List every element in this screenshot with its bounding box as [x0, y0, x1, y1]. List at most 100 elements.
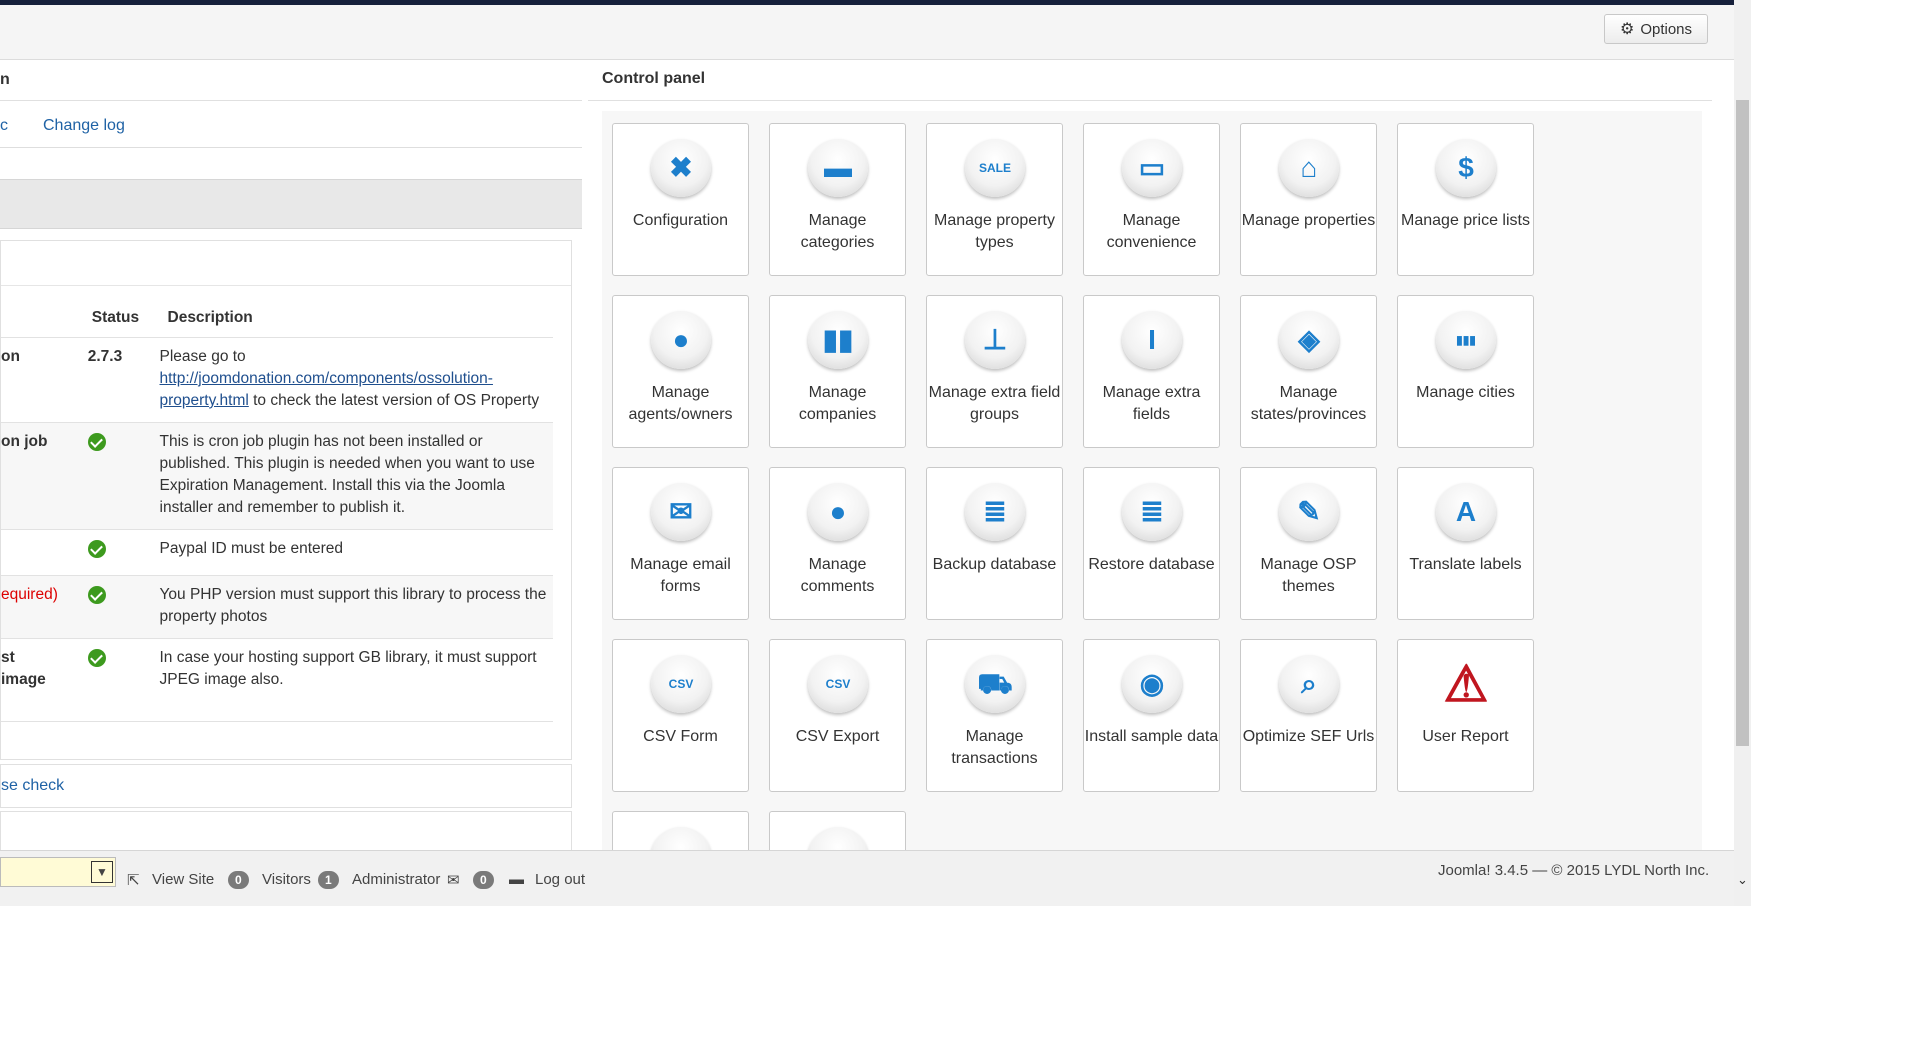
desc-text: Please go to: [159, 348, 246, 365]
tile-label: Manage transactions: [951, 728, 1038, 767]
control-panel-tile[interactable]: ⚠ User Report: [1397, 639, 1534, 792]
partial-tile-icon: [808, 827, 868, 851]
control-panel-title: Control panel: [588, 59, 1712, 101]
tile-label: Manage extra fields: [1102, 384, 1201, 423]
tile-label: Manage states/provinces: [1250, 384, 1367, 423]
envelope-icon: ✉: [651, 483, 711, 541]
tile-label: Manage price lists: [1401, 212, 1530, 229]
check-icon: [87, 433, 106, 451]
view-site-link[interactable]: View Site: [152, 871, 214, 888]
text-field-icon: I: [1122, 311, 1182, 369]
control-panel-tile[interactable]: ▮▮▮ Manage cities: [1397, 295, 1534, 448]
name-header: [1, 299, 88, 338]
control-panel-grid: ✖ Configuration ▬ Manage categories SALE Mana…: [602, 111, 1702, 851]
options-button[interactable]: ⚙ Options: [1604, 14, 1708, 44]
tile-label: Manage convenience: [1106, 212, 1197, 251]
admin-label: Administrator: [352, 871, 441, 888]
requirements-panel: Status Description on 2.7.3 Please go to…: [0, 240, 572, 760]
row-description: In case your hosting support GB library,…: [159, 638, 553, 722]
admin-count: 1: [318, 871, 339, 889]
tile-label: Manage OSP themes: [1260, 556, 1357, 595]
cart-icon: ⛟: [965, 655, 1025, 713]
seo-search-icon: ⌕: [1279, 655, 1339, 713]
install-icon: ◉: [1122, 655, 1182, 713]
control-panel-tile[interactable]: A Translate labels: [1397, 467, 1534, 620]
scrollbar-thumb[interactable]: [1736, 100, 1749, 746]
tile-label: Configuration: [632, 212, 729, 229]
control-panel-tile[interactable]: ✉ Manage email forms: [612, 467, 749, 620]
control-panel-tile[interactable]: $ Manage price lists: [1397, 123, 1534, 276]
status-header: Status: [87, 299, 160, 338]
control-panel-tile[interactable]: ▭ Manage convenience: [1083, 123, 1220, 276]
row-description: Please go to http://joomdonation.com/com…: [159, 337, 553, 423]
messages-count: 0: [473, 871, 494, 889]
control-panel-tile[interactable]: SALE Manage property types: [926, 123, 1063, 276]
admin-badge: 1: [318, 871, 339, 889]
house-icon: ⌂: [1279, 139, 1339, 197]
tile-label: Restore database: [1088, 556, 1215, 573]
scroll-down-icon[interactable]: ⌄: [1734, 872, 1751, 889]
row-description: This is cron job plugin has not been ins…: [159, 422, 553, 530]
control-panel-tile[interactable]: ⊥ Manage extra field groups: [926, 295, 1063, 448]
status-cell: [87, 422, 160, 530]
house-price-icon: $: [1436, 139, 1496, 197]
control-panel-tile[interactable]: ● Manage comments: [769, 467, 906, 620]
control-panel-tile[interactable]: ▬ Manage categories: [769, 123, 906, 276]
row-description: You PHP version must support this librar…: [159, 575, 553, 639]
city-icon: ▮▮▮: [1436, 311, 1496, 369]
control-panel-tile[interactable]: ⛟ Manage transactions: [926, 639, 1063, 792]
control-panel-tile[interactable]: ≣ Backup database: [926, 467, 1063, 620]
control-panel-tile[interactable]: I Manage extra fields: [1083, 295, 1220, 448]
tile-label: Manage categories: [800, 212, 875, 251]
control-panel-tile[interactable]: ◉ Install sample data: [1083, 639, 1220, 792]
tile-label: Manage comments: [800, 556, 875, 595]
copyright-text: Joomla! 3.4.5 — © 2015 LYDL North Inc.: [1438, 862, 1710, 879]
control-panel-tile[interactable]: [612, 811, 749, 851]
status-cell: [87, 638, 160, 722]
tile-label: User Report: [1422, 728, 1509, 745]
database-restore-icon: ≣: [1122, 483, 1182, 541]
check-row: se check: [0, 764, 572, 808]
control-panel-tile[interactable]: CSV CSV Form: [612, 639, 749, 792]
table-row: Paypal ID must be entered: [1, 529, 553, 576]
tile-label: Manage extra field groups: [928, 384, 1061, 423]
control-panel-tile[interactable]: ✖ Configuration: [612, 123, 749, 276]
partial-tile-icon: [651, 827, 711, 851]
control-panel-tile[interactable]: ⌂ Manage properties: [1240, 123, 1377, 276]
sale-badge-icon: SALE: [965, 139, 1025, 197]
tile-label: Install sample data: [1084, 728, 1219, 745]
control-panel-tile[interactable]: ≣ Restore database: [1083, 467, 1220, 620]
check-link[interactable]: se check: [1, 777, 64, 795]
logout-link[interactable]: Log out: [535, 871, 585, 888]
language-select[interactable]: ▼: [0, 857, 116, 887]
row-name-line1: st: [1, 649, 15, 666]
control-panel-tile[interactable]: ⌕ Optimize SEF Urls: [1240, 639, 1377, 792]
hierarchy-icon: ⊥: [965, 311, 1025, 369]
changelog-link[interactable]: Change log: [43, 117, 125, 135]
messages-badge: 0: [473, 871, 494, 889]
buildings-icon: ▮▮: [808, 311, 868, 369]
tile-label: Manage properties: [1241, 212, 1376, 229]
section-title: n: [0, 59, 582, 101]
new-warning-icon: ⚠: [1443, 656, 1489, 712]
scrollbar[interactable]: ⌄: [1734, 0, 1751, 906]
control-panel-tile[interactable]: ✎ Manage OSP themes: [1240, 467, 1377, 620]
row-name: equired): [1, 575, 88, 639]
control-panel-tile[interactable]: ▮▮ Manage companies: [769, 295, 906, 448]
chevron-down-icon[interactable]: ▼: [91, 861, 113, 883]
row-name-line2: image: [1, 671, 46, 688]
visitors-count: 0: [228, 871, 249, 889]
folder-icon: ▬: [808, 139, 868, 197]
control-panel-tile[interactable]: ◈ Manage states/provinces: [1240, 295, 1377, 448]
envelope-icon: ✉: [447, 872, 460, 889]
left-link[interactable]: c: [0, 117, 8, 135]
control-panel-tile[interactable]: ● Manage agents/owners: [612, 295, 749, 448]
palette-icon: ✎: [1279, 483, 1339, 541]
control-panel-tile[interactable]: CSV CSV Export: [769, 639, 906, 792]
row-name: [1, 529, 88, 576]
description-header: Description: [159, 299, 553, 338]
control-panel-tile[interactable]: [769, 811, 906, 851]
row-name: st image: [1, 638, 88, 722]
check-icon: [87, 649, 106, 667]
table-header-row: Status Description: [1, 299, 553, 338]
